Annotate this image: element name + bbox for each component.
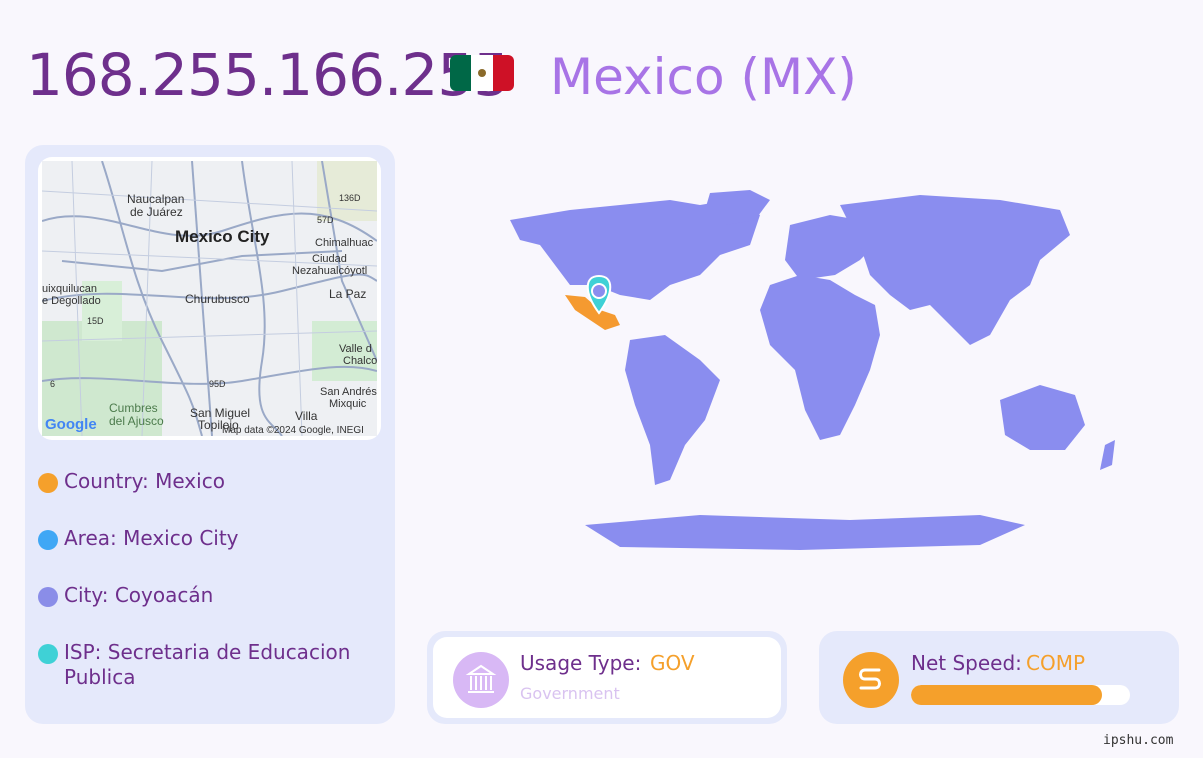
map-label: 57D — [317, 215, 334, 225]
usage-type-description: Government — [520, 684, 620, 703]
speed-progress-fill — [911, 685, 1102, 705]
map-label: de Juárez — [130, 205, 183, 219]
area-dot-icon — [38, 530, 58, 550]
south-america — [625, 335, 720, 485]
speed-icon — [843, 652, 899, 708]
city-map[interactable]: Naucalpan de Juárez Mexico City Chimalhu… — [38, 157, 381, 440]
map-label: Chimalhuac — [315, 237, 374, 249]
map-label: La Paz — [329, 287, 366, 301]
map-label: San Andrés — [320, 386, 377, 398]
government-building-icon — [453, 652, 509, 708]
usage-type-label: Usage Type: — [520, 651, 642, 675]
ip-address: 168.255.166.255 — [26, 41, 510, 109]
map-label: Google — [45, 416, 97, 433]
mexico-flag-icon — [450, 55, 514, 91]
map-label: Mexico City — [175, 227, 270, 246]
africa — [760, 275, 880, 440]
legend-area: Area: Mexico City — [38, 526, 358, 551]
country-dot-icon — [38, 473, 58, 493]
watermark: ipshu.com — [1103, 733, 1174, 748]
net-speed-label: Net Speed: — [911, 651, 1022, 675]
map-label: Ciudad — [312, 253, 347, 265]
net-speed-value: COMP — [1026, 651, 1086, 675]
legend-country: Country: Mexico — [38, 469, 358, 494]
legend-city: City: Coyoacán — [38, 583, 358, 608]
map-label: 15D — [87, 316, 104, 326]
map-label: Churubusco — [185, 292, 250, 306]
legend-city-label: City: Coyoacán — [64, 583, 214, 607]
map-label: Chalco — [343, 355, 377, 367]
legend-isp: ISP: Secretaria de Educacion Publica — [38, 640, 358, 690]
speed-progress-bar — [911, 685, 1130, 705]
legend-isp-label: ISP: Secretaria de Educacion Publica — [64, 640, 351, 689]
map-label: e Degollado — [42, 295, 101, 307]
new-zealand — [1100, 440, 1115, 470]
map-label: uixquilucan — [42, 283, 97, 295]
map-label: Naucalpan — [127, 192, 184, 206]
map-label: del Ajusco — [109, 414, 164, 428]
map-label: Valle d — [339, 343, 372, 355]
usage-type-value: GOV — [650, 651, 695, 675]
map-label: Villa — [295, 409, 318, 423]
map-graphic: Naucalpan de Juárez Mexico City Chimalhu… — [42, 161, 377, 436]
isp-dot-icon — [38, 644, 58, 664]
antarctica — [585, 515, 1025, 550]
map-label: Mixquic — [329, 398, 367, 410]
country-name: Mexico (MX) — [550, 48, 857, 106]
map-label: 95D — [209, 379, 226, 389]
map-label: 6 — [50, 379, 55, 389]
map-label: Nezahualcóyotl — [292, 265, 367, 277]
map-label: 136D — [339, 193, 361, 203]
map-label: Map data ©2024 Google, INEGI — [222, 425, 364, 436]
australia — [1000, 385, 1085, 450]
map-label: Cumbres — [109, 401, 158, 415]
world-map — [510, 190, 1115, 550]
legend-country-label: Country: Mexico — [64, 469, 225, 493]
legend-area-label: Area: Mexico City — [64, 526, 239, 550]
city-dot-icon — [38, 587, 58, 607]
